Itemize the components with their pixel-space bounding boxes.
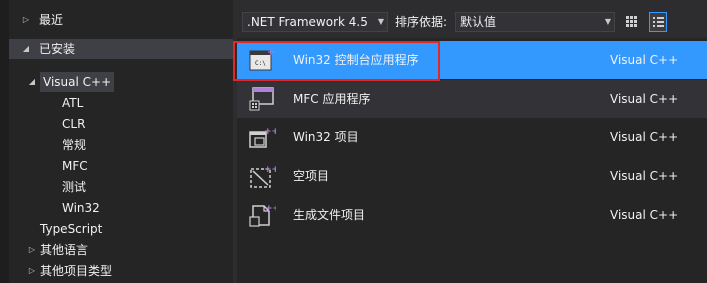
tree-item-label: Visual C++ [40,72,115,92]
sort-label: 排序依据: [395,15,448,29]
template-language: Visual C++ [610,169,679,183]
list-view-button[interactable] [649,12,667,32]
template-language: Visual C++ [610,208,679,222]
tree-item-visual-cpp[interactable]: ◢ Visual C++ [9,72,233,92]
template-toolbar: .NET Framework 4.5 ▼ 排序依据: 默认值 ▼ [237,0,707,38]
tree-item-label: 已安装 [39,42,76,56]
expand-arrow-icon[interactable]: ▷ [21,10,31,30]
template-language: Visual C++ [610,130,679,144]
template-name: 生成文件项目 [293,208,366,222]
tree-item-label: 常规 [62,138,87,152]
win32-project-icon: ++ [249,127,276,148]
tree-item-label: Win32 [62,201,100,215]
tree-item-win32[interactable]: Win32 [9,198,233,218]
tree-item-label: ATL [62,96,84,110]
chevron-down-icon: ▼ [377,17,384,26]
empty-project-icon: ++ [250,165,276,188]
template-name: MFC 应用程序 [293,92,371,106]
left-edge-strip [0,0,9,283]
sort-dropdown[interactable]: 默认值 ▼ [455,12,615,32]
tree-item-label: 其他项目类型 [40,264,113,278]
tree-item-recent[interactable]: ▷ 最近 [9,10,233,30]
tree-item-installed[interactable]: ◢ 已安装 [9,39,233,59]
collapse-arrow-icon[interactable]: ◢ [27,72,37,92]
tree-item-test[interactable]: 测试 [9,177,233,197]
tree-item-label: 最近 [39,13,64,27]
tree-item-typescript[interactable]: TypeScript [9,219,233,239]
tree-item-other-languages[interactable]: ▷ 其他语言 [9,240,233,260]
sort-value: 默认值 [460,15,497,29]
tree-item-clr[interactable]: CLR [9,114,233,134]
tree-item-mfc[interactable]: MFC [9,156,233,176]
mfc-app-icon [249,87,274,111]
template-name: 空项目 [293,169,330,183]
tree-item-label: 其他语言 [40,243,89,257]
template-row-win32-project[interactable]: ++ Win32 项目 Visual C++ [237,118,707,156]
tree-item-label: 测试 [62,180,87,194]
template-row-mfc-app[interactable]: MFC 应用程序 Visual C++ [237,80,707,118]
tree-item-label: CLR [62,117,86,131]
framework-value: .NET Framework 4.5 [247,15,368,29]
svg-text:++: ++ [264,127,276,137]
template-language: Visual C++ [610,53,679,67]
svg-text:++: ++ [264,165,276,175]
framework-dropdown[interactable]: .NET Framework 4.5 ▼ [242,12,388,32]
collapse-arrow-icon[interactable]: ◢ [21,39,31,59]
list-view-icon [653,17,664,28]
template-row-makefile-project[interactable]: ++ 生成文件项目 Visual C++ [237,196,707,234]
expand-arrow-icon[interactable]: ▷ [27,240,37,260]
makefile-project-icon: ++ [249,204,276,227]
highlight-annotation-box [233,41,440,81]
chevron-down-icon: ▼ [604,17,611,26]
template-row-empty-project[interactable]: ++ 空项目 Visual C++ [237,157,707,195]
tree-item-label: TypeScript [40,222,103,236]
svg-text:++: ++ [265,204,276,214]
tree-item-label: MFC [62,159,88,173]
grid-view-icon [626,16,637,27]
tree-item-other-project-types[interactable]: ▷ 其他项目类型 [9,261,233,281]
expand-arrow-icon[interactable]: ▷ [27,261,37,281]
template-tree: ▷ 最近 ◢ 已安装 ◢ Visual C++ ATL CLR 常规 MFC 测… [9,0,233,283]
grid-view-button[interactable] [623,12,641,32]
template-name: Win32 项目 [293,130,359,144]
template-language: Visual C++ [610,92,679,106]
tree-item-general[interactable]: 常规 [9,135,233,155]
tree-item-atl[interactable]: ATL [9,93,233,113]
